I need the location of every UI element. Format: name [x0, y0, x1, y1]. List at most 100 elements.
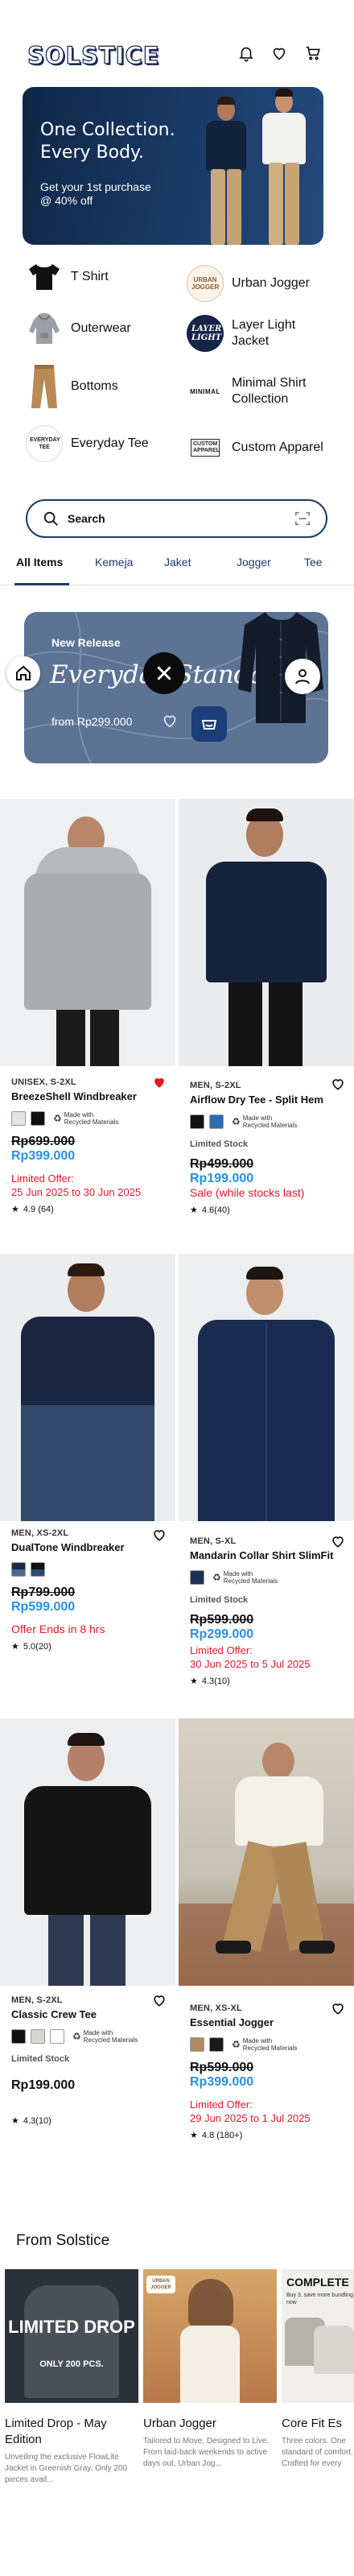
cart-icon[interactable] — [304, 44, 322, 62]
color-swatches: ♻ Made with Recycled Materials — [11, 1110, 180, 1127]
category-bottoms[interactable]: Bottoms — [26, 365, 167, 408]
product-image-jogger[interactable] — [179, 1718, 354, 1986]
bell-icon[interactable] — [237, 44, 255, 62]
hero-banner[interactable]: One Collection. Every Body. Get your 1st… — [23, 87, 323, 245]
star-icon: ★ — [11, 1642, 19, 1652]
scan-icon[interactable] — [294, 510, 311, 527]
color-swatch[interactable] — [11, 1562, 26, 1577]
hero-model-image — [198, 92, 254, 245]
product-image-mandarin-shirt[interactable] — [179, 1254, 354, 1521]
sale-price: Rp399.000 — [190, 2075, 254, 2089]
product-card-dry-tee[interactable]: MEN, S-2XL Airflow Dry Tee - Split Hem ♻… — [190, 1081, 354, 1215]
recycle-icon: ♻ — [53, 1112, 62, 1124]
tab-jogger[interactable]: Jogger — [237, 556, 271, 569]
rating: ★ 5.0(20) — [11, 1641, 51, 1652]
story-card-title[interactable]: Limited Drop - May Edition — [5, 2416, 138, 2448]
tab-all-items[interactable]: All Items — [16, 556, 63, 569]
product-image-crew-tee[interactable] — [0, 1718, 175, 1986]
close-icon — [154, 663, 175, 684]
user-icon — [293, 667, 312, 686]
product-card-windbreaker[interactable]: UNISEX, S-2XL BreezeShell Windbreaker ♻ M… — [11, 1077, 180, 1214]
category-custom-apparel[interactable]: CUSTOM APPAREL Custom Apparel — [187, 428, 328, 467]
product-image-dry-tee[interactable] — [179, 799, 354, 1066]
color-swatch[interactable] — [50, 2029, 64, 2044]
search-bar[interactable] — [26, 499, 327, 538]
close-button[interactable] — [143, 652, 185, 694]
home-button[interactable] — [6, 656, 40, 690]
hero-discount: @ 40% off — [40, 194, 93, 207]
banner-label: New Release — [51, 636, 121, 649]
offer-label: Sale (while stocks last) — [190, 1186, 305, 1199]
heart-icon[interactable] — [151, 1992, 167, 2008]
color-swatch[interactable] — [31, 1562, 45, 1577]
product-card-dualtone[interactable]: MEN, XS-2XL DualTone Windbreaker Rp799.0… — [11, 1528, 180, 1652]
sale-price: Rp599.000 — [11, 1600, 76, 1614]
recycle-icon: ♻ — [212, 1571, 221, 1583]
color-swatch[interactable] — [11, 2029, 26, 2044]
color-swatch[interactable] — [190, 2037, 204, 2052]
product-image-dualtone[interactable] — [0, 1254, 175, 1521]
rating: ★ 4.3(10) — [190, 1676, 230, 1687]
color-swatch[interactable] — [190, 1114, 204, 1129]
product-card-jogger[interactable]: MEN, XS-XL Essential Jogger ♻ Made with R… — [190, 2003, 354, 2140]
heart-icon[interactable] — [270, 44, 288, 62]
search-input[interactable] — [68, 512, 294, 525]
everyday-tee-logo: EVERYDAY TEE — [26, 425, 63, 462]
color-swatch[interactable] — [209, 2037, 224, 2052]
recycle-badge: ♻ Made with Recycled Materials — [72, 2029, 138, 2044]
stock-label: Limited Stock — [190, 1139, 249, 1149]
heart-icon[interactable] — [330, 1533, 346, 1549]
recycle-icon: ♻ — [232, 2038, 241, 2050]
story-card-title[interactable]: Core Fit Es — [282, 2416, 354, 2432]
category-layer-light-jacket[interactable]: LAYER LIGHT Layer Light Jacket — [187, 314, 328, 353]
sale-price: Rp399.000 — [11, 1149, 76, 1163]
product-name: Classic Crew Tee — [11, 2008, 97, 2020]
color-swatch[interactable] — [209, 1114, 224, 1129]
star-icon: ★ — [190, 2131, 198, 2140]
profile-button[interactable] — [285, 659, 320, 694]
category-urban-jogger[interactable]: URBAN JOGGER Urban Jogger — [187, 264, 328, 303]
product-card-crew-tee[interactable]: MEN, S-2XL Classic Crew Tee ♻ Made with R… — [11, 1995, 180, 2126]
category-label: Minimal Shirt Collection — [232, 376, 307, 406]
product-card-mandarin-shirt[interactable]: MEN, S-XL Mandarin Collar Shirt SlimFit … — [190, 1536, 354, 1686]
story-card-description: Tailored to Move, Designed to Live. From… — [143, 2437, 270, 2468]
product-name: Mandarin Collar Shirt SlimFit — [190, 1549, 334, 1561]
color-swatches: ♻ Made with Recycled Materials — [190, 2036, 354, 2053]
offer-label: Limited Offer: — [190, 2098, 253, 2111]
story-card-description: Unveiling the exclusive FlowLite Jacket … — [5, 2453, 128, 2484]
minimal-logo: MINIMAL — [190, 387, 220, 395]
product-image-windbreaker[interactable] — [0, 799, 175, 1066]
heart-icon[interactable] — [330, 1076, 346, 1092]
tab-jaket[interactable]: Jaket — [164, 556, 191, 569]
color-swatch[interactable] — [190, 1570, 204, 1585]
color-swatch[interactable] — [31, 1111, 45, 1126]
tab-kemeja[interactable]: Kemeja — [95, 556, 133, 569]
category-minimal-shirt-collection[interactable]: MINIMAL Minimal Shirt Collection — [187, 372, 328, 411]
category-label: Bottoms — [71, 379, 118, 393]
color-swatch[interactable] — [31, 2029, 45, 2044]
category-outerwear[interactable]: Outerwear — [26, 309, 167, 348]
brand-logo[interactable]: SOLSTICE — [27, 41, 160, 69]
tab-tee[interactable]: Tee — [304, 556, 323, 569]
search-icon[interactable] — [42, 510, 60, 527]
rating: ★ 4.8 (180+) — [190, 2130, 243, 2141]
color-swatch[interactable] — [11, 1111, 26, 1126]
offer-date: 25 Jun 2025 to 30 Jun 2025 — [11, 1186, 142, 1198]
heart-icon[interactable] — [330, 2000, 346, 2016]
offer-date: 29 Jun 2025 to 1 Jul 2025 — [190, 2112, 311, 2124]
category-everyday-tee[interactable]: EVERYDAY TEE Everyday Tee — [26, 424, 167, 463]
story-card-image-core-fit[interactable]: COMPLETE Buy 3, save more bundling now — [282, 2269, 354, 2403]
story-card-image-limited-drop[interactable]: LIMITED DROP ONLY 200 PCS. — [5, 2269, 138, 2403]
basket-button[interactable] — [191, 706, 227, 742]
hero-model-image-2 — [256, 87, 312, 245]
heart-icon[interactable] — [151, 1527, 167, 1543]
color-swatches — [11, 1561, 180, 1577]
layer-light-logo: LAYER LIGHT — [187, 315, 224, 352]
star-icon: ★ — [190, 1677, 198, 1686]
story-card-image-urban-jogger[interactable]: URBAN JOGGER — [143, 2269, 277, 2403]
heart-filled-icon[interactable] — [151, 1074, 167, 1090]
story-card-title[interactable]: Urban Jogger — [143, 2416, 277, 2432]
heart-icon[interactable] — [161, 712, 179, 734]
original-price: Rp799.000 — [11, 1586, 76, 1599]
category-t-shirt[interactable]: T Shirt — [26, 258, 167, 296]
